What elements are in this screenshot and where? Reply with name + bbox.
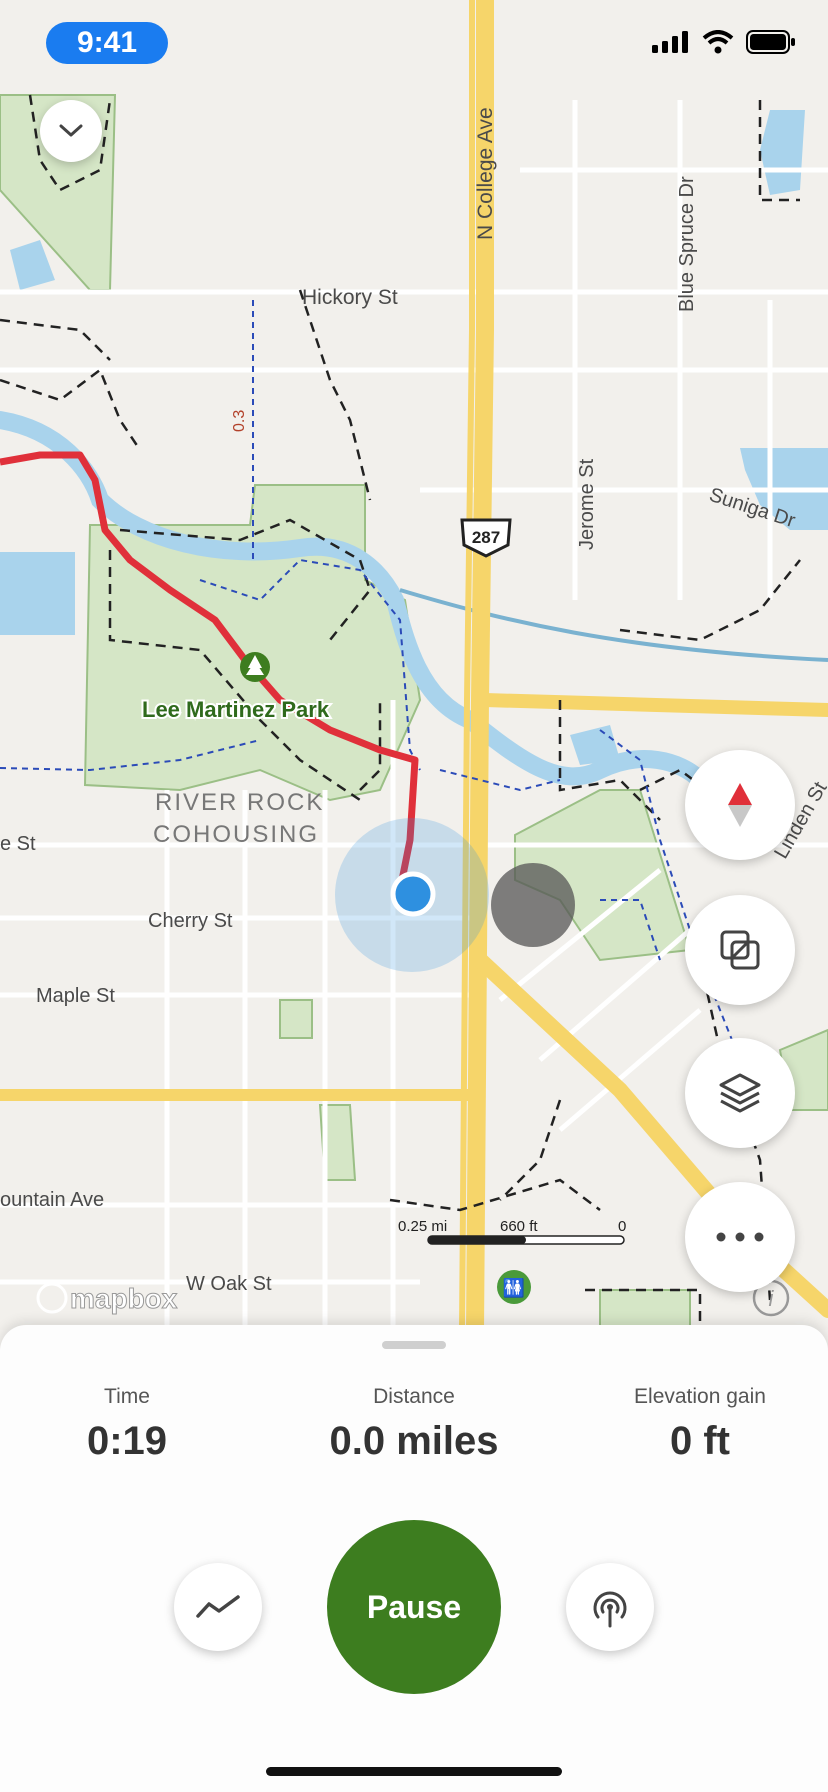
compass-button[interactable]	[685, 750, 795, 860]
stat-elevation-label: Elevation gain	[634, 1385, 766, 1408]
status-time: 9:41	[46, 22, 168, 64]
street-label-hickory: Hickory St	[302, 286, 398, 309]
home-indicator	[266, 1767, 562, 1776]
stat-elevation: Elevation gain 0 ft	[580, 1385, 820, 1464]
more-button[interactable]	[685, 1182, 795, 1292]
stat-time-value: 0:19	[86, 1419, 168, 1463]
current-location-dot[interactable]	[390, 871, 436, 917]
street-label-cherry: Cherry St	[148, 910, 233, 932]
collapse-button[interactable]	[40, 100, 102, 162]
street-label-mountain: ountain Ave	[0, 1189, 104, 1211]
overlay-button[interactable]	[685, 895, 795, 1005]
street-label-blue-spruce: Blue Spruce Dr	[676, 176, 698, 312]
svg-text:🚻: 🚻	[503, 1277, 525, 1298]
area-label-2: COHOUSING	[153, 821, 319, 848]
svg-text:0: 0	[618, 1218, 626, 1235]
map-shadow-blob	[491, 863, 575, 947]
street-label-college: N College Ave	[474, 107, 497, 240]
broadcast-icon	[593, 1591, 627, 1628]
stat-time: Time 0:19	[7, 1385, 247, 1464]
stat-distance-label: Distance	[373, 1385, 455, 1408]
chevron-down-icon	[59, 124, 83, 137]
pause-button[interactable]: Pause	[327, 1520, 501, 1694]
stats-button[interactable]	[174, 1563, 262, 1651]
street-label-maple: Maple St	[36, 985, 115, 1007]
stat-distance-value: 0.0 miles	[329, 1419, 499, 1463]
street-label-oak: W Oak St	[186, 1273, 272, 1295]
trail-distance-label: 0.3	[231, 410, 248, 432]
svg-text:287: 287	[472, 528, 500, 547]
overlay-icon	[720, 930, 760, 970]
stat-elevation-value: 0 ft	[670, 1419, 730, 1463]
ellipsis-icon	[716, 1232, 764, 1242]
signal-icon	[652, 31, 688, 53]
park-label: Lee Martinez Park	[142, 697, 330, 722]
svg-text:0.25 mi: 0.25 mi	[398, 1218, 447, 1235]
wifi-icon	[702, 30, 734, 54]
svg-text:660 ft: 660 ft	[500, 1218, 538, 1235]
beacon-button[interactable]	[566, 1563, 654, 1651]
layers-icon	[719, 1073, 761, 1113]
stat-distance: Distance 0.0 miles	[294, 1385, 534, 1464]
street-label-left: e St	[0, 833, 36, 855]
status-icons	[652, 30, 796, 54]
compass-icon	[728, 783, 752, 827]
chart-line-icon	[196, 1595, 240, 1618]
sheet-grabber[interactable]	[382, 1341, 446, 1349]
layers-button[interactable]	[685, 1038, 795, 1148]
street-label-jerome: Jerome St	[576, 458, 598, 550]
svg-text:mapbox: mapbox	[70, 1283, 178, 1314]
area-label-1: RIVER ROCK	[155, 789, 324, 816]
recording-sheet: Time 0:19 Distance 0.0 miles Elevation g…	[0, 1325, 828, 1792]
stat-time-label: Time	[104, 1385, 150, 1408]
battery-icon	[746, 30, 795, 54]
status-bar: 9:41	[0, 0, 828, 90]
